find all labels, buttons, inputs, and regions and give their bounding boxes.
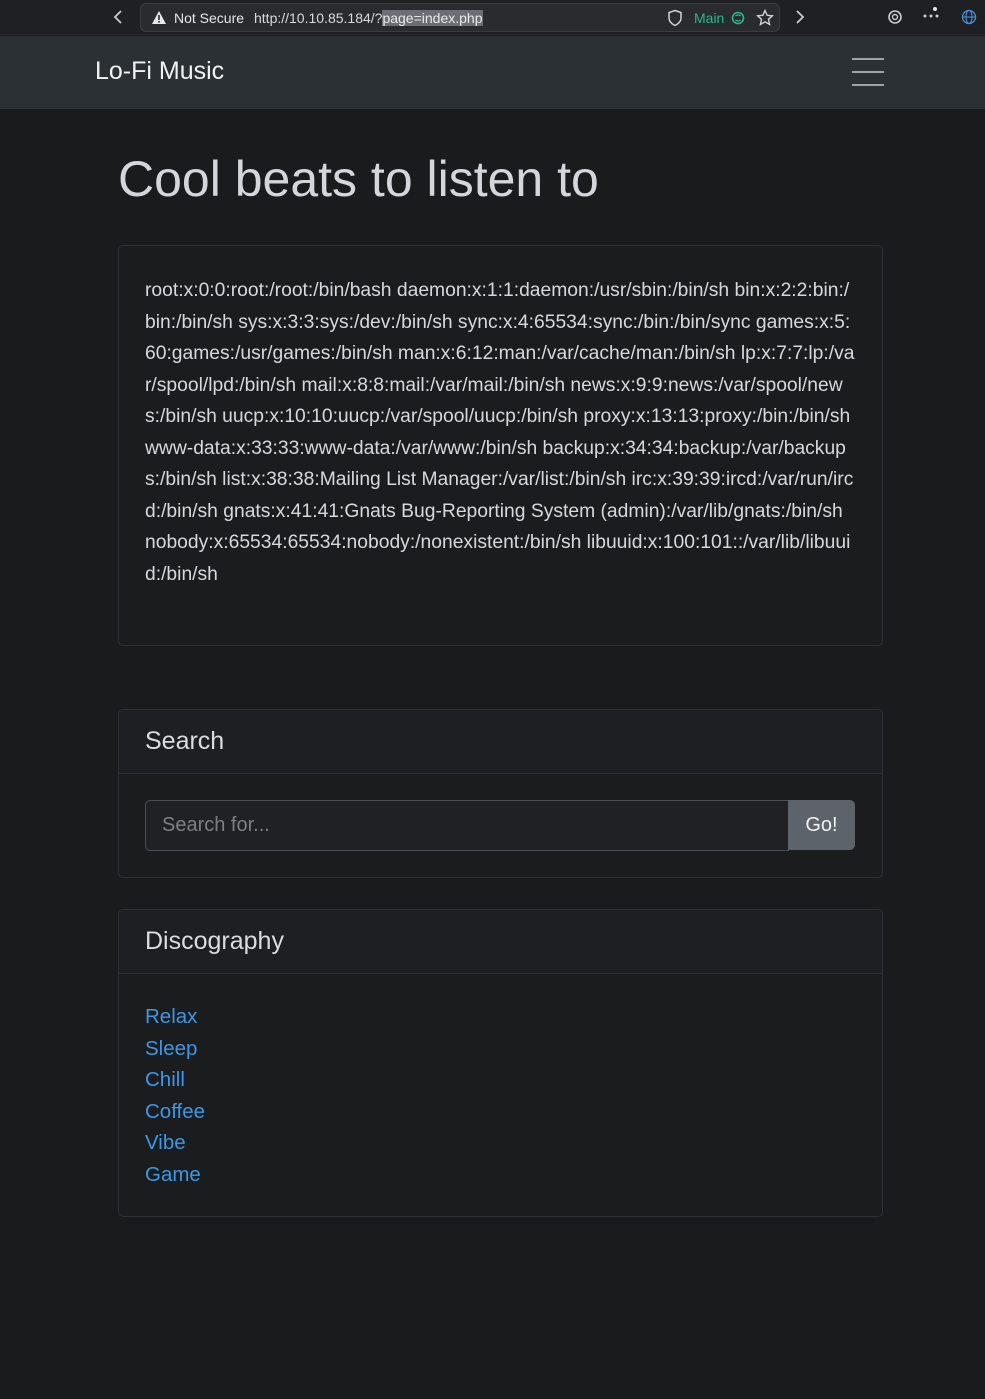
hamburger-icon-bar: [852, 58, 884, 60]
chevron-right-icon: [796, 10, 805, 24]
discography-link-game[interactable]: Game: [145, 1163, 201, 1186]
hamburger-icon-bar: [852, 71, 884, 73]
browser-toolbar: Not Secure http://10.10.85.184/?page=ind…: [0, 0, 985, 35]
list-item: Sleep: [145, 1036, 205, 1068]
discography-link-chill[interactable]: Chill: [145, 1068, 185, 1091]
container-icon: [731, 11, 745, 25]
brand-link[interactable]: Lo-Fi Music: [95, 57, 224, 86]
security-status[interactable]: Not Secure: [174, 10, 244, 26]
globe-icon[interactable]: [960, 8, 978, 26]
discography-link-vibe[interactable]: Vibe: [145, 1131, 186, 1154]
search-heading: Search: [145, 727, 225, 755]
search-go-button[interactable]: Go!: [788, 800, 855, 850]
discography-link-sleep[interactable]: Sleep: [145, 1037, 197, 1060]
address-bar[interactable]: Not Secure http://10.10.85.184/?page=ind…: [140, 3, 780, 32]
discography-card-header: Discography: [119, 910, 882, 974]
discography-link-relax[interactable]: Relax: [145, 1005, 197, 1028]
more-options-icon[interactable]: [922, 6, 940, 24]
chevron-left-icon: [113, 10, 122, 24]
search-card: Search Go!: [118, 709, 883, 878]
list-item: Chill: [145, 1067, 205, 1099]
shield-icon[interactable]: [667, 9, 683, 27]
included-file-contents: root:x:0:0:root:/root:/bin/bash daemon:x…: [145, 280, 855, 585]
hamburger-icon-bar: [852, 84, 884, 86]
list-item: Vibe: [145, 1130, 205, 1162]
url-text[interactable]: http://10.10.85.184/?page=index.php: [254, 10, 483, 26]
site-navbar: Lo-Fi Music: [0, 36, 985, 109]
warning-icon: [152, 11, 166, 24]
container-label[interactable]: Main: [694, 10, 724, 26]
content-card: root:x:0:0:root:/root:/bin/bash daemon:x…: [118, 245, 883, 646]
url-base: http://10.10.85.184/?: [254, 10, 383, 26]
discography-card: Discography Relax Sleep Chill Coffee Vib…: [118, 909, 883, 1217]
back-button[interactable]: [107, 6, 131, 28]
search-card-header: Search: [119, 710, 882, 774]
url-selected: page=index.php: [382, 10, 483, 26]
list-item: Relax: [145, 1004, 205, 1036]
discography-link-coffee[interactable]: Coffee: [145, 1100, 205, 1123]
list-item: Game: [145, 1162, 205, 1194]
bookmark-star-icon[interactable]: [756, 9, 774, 27]
discography-list: Relax Sleep Chill Coffee Vibe Game: [145, 1004, 205, 1193]
forward-button[interactable]: [787, 6, 811, 28]
navbar-toggle-button[interactable]: [848, 54, 888, 90]
list-item: Coffee: [145, 1099, 205, 1131]
page-title: Cool beats to listen to: [118, 151, 599, 207]
discography-heading: Discography: [145, 927, 284, 955]
search-input[interactable]: [145, 800, 789, 851]
extension-icon[interactable]: [886, 8, 904, 26]
